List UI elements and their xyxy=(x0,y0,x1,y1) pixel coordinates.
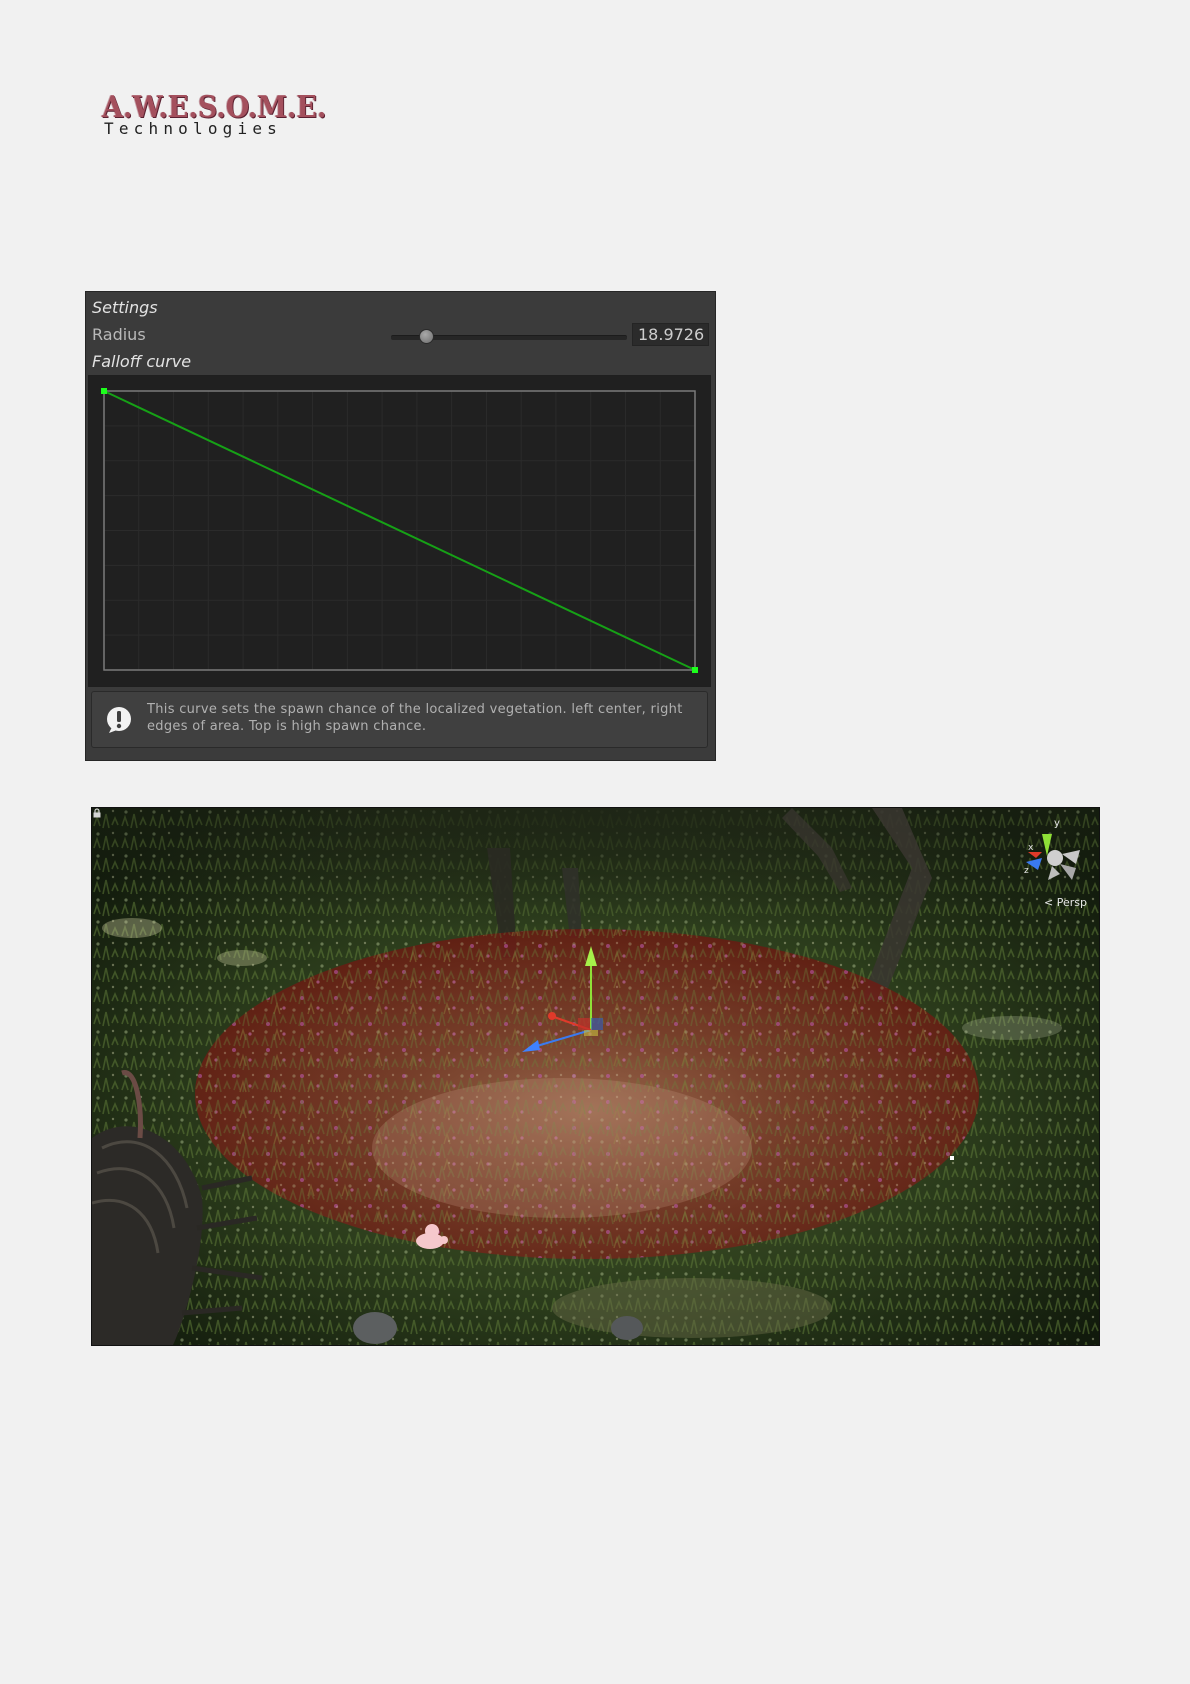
chevron-left-icon: < xyxy=(1044,896,1057,909)
help-text: This curve sets the spawn chance of the … xyxy=(147,702,683,734)
company-logo: A.W.E.S.O.M.E. Technologies xyxy=(100,92,326,142)
warning-icon xyxy=(107,707,131,733)
scene-render: y x z xyxy=(92,808,1099,1345)
scene-view[interactable]: y x z < Persp xyxy=(91,807,1100,1346)
lock-icon[interactable] xyxy=(92,808,102,818)
falloff-curve-chart[interactable] xyxy=(89,376,710,686)
projection-label[interactable]: < Persp xyxy=(1044,896,1087,910)
falloff-curve-editor[interactable] xyxy=(88,375,711,687)
svg-text:x: x xyxy=(1028,843,1034,853)
radius-label: Radius xyxy=(92,325,146,344)
settings-header: Settings xyxy=(92,298,158,317)
curve-key-point-1[interactable] xyxy=(692,667,698,673)
curve-key-point-0[interactable] xyxy=(101,388,107,394)
svg-text:y: y xyxy=(1054,818,1060,829)
projection-text: Persp xyxy=(1056,896,1087,909)
help-box: This curve sets the spawn chance of the … xyxy=(91,691,708,748)
falloff-curve-header: Falloff curve xyxy=(92,352,192,371)
svg-text:z: z xyxy=(1024,866,1029,876)
radius-value-field[interactable]: 18.9726 xyxy=(632,323,709,346)
inspector-panel: Settings Radius 18.9726 Falloff curve Th… xyxy=(85,291,716,761)
logo-tagline: Technologies xyxy=(104,119,282,138)
radius-slider-thumb[interactable] xyxy=(419,329,435,344)
